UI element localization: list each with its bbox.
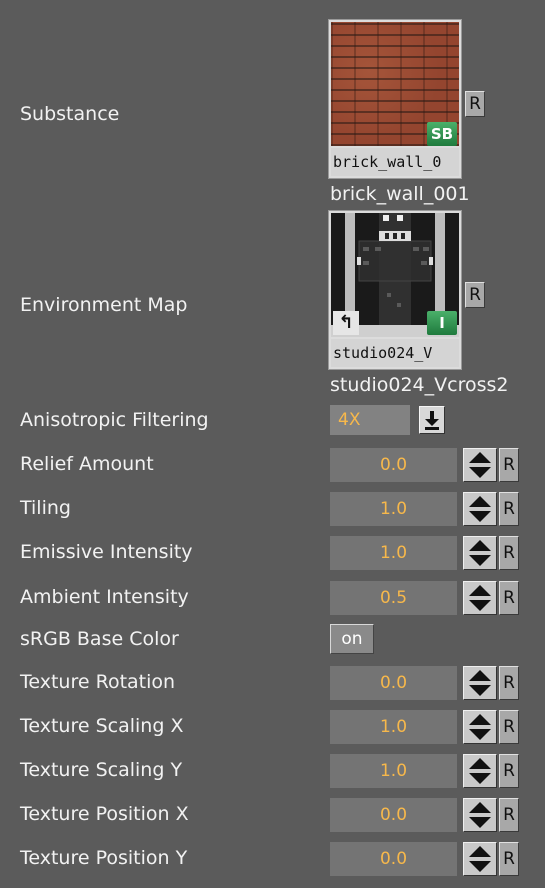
relief-amount-label: Relief Amount (20, 453, 154, 475)
ambient-intensity-reset-button[interactable]: R (499, 581, 519, 615)
texture-position-x-spinner[interactable] (463, 798, 497, 832)
texture-scaling-y-label: Texture Scaling Y (20, 759, 183, 781)
texture-position-x-field[interactable]: 0.0 (330, 798, 457, 832)
srgb-base-color-toggle[interactable]: on (330, 624, 374, 654)
emissive-intensity-reset-button[interactable]: R (499, 536, 519, 570)
anisotropic-filtering-value[interactable]: 4X (330, 405, 410, 435)
ambient-intensity-label: Ambient Intensity (20, 586, 189, 608)
download-arrow-icon (425, 411, 439, 430)
texture-position-y-field[interactable]: 0.0 (330, 842, 457, 876)
texture-scaling-x-field[interactable]: 1.0 (330, 710, 457, 744)
ambient-intensity-field[interactable]: 0.5 (330, 581, 457, 615)
substance-thumb-caption: brick_wall_0 (331, 148, 459, 176)
up-down-arrows-icon (469, 670, 491, 696)
texture-scaling-x-label: Texture Scaling X (20, 715, 184, 737)
texture-position-y-spinner[interactable] (463, 842, 497, 876)
emissive-intensity-spinner[interactable] (463, 536, 497, 570)
substance-thumbnail[interactable]: SB brick_wall_0 (328, 19, 462, 179)
texture-rotation-reset-button[interactable]: R (499, 666, 519, 700)
substance-name: brick_wall_001 (330, 183, 470, 205)
substance-badge-icon: SB (427, 122, 457, 146)
texture-position-x-label: Texture Position X (20, 803, 189, 825)
environment-map-label: Environment Map (20, 294, 188, 316)
up-down-arrows-icon (469, 496, 491, 522)
environment-map-reset-button[interactable]: R (465, 282, 485, 308)
brick-texture-preview: SB (331, 22, 459, 146)
tiling-reset-button[interactable]: R (499, 492, 519, 526)
relief-amount-reset-button[interactable]: R (499, 448, 519, 482)
substance-label: Substance (20, 103, 120, 125)
environment-map-preview: ↰ I (331, 213, 459, 337)
texture-scaling-y-reset-button[interactable]: R (499, 754, 519, 788)
tiling-spinner[interactable] (463, 492, 497, 526)
srgb-base-color-label: sRGB Base Color (20, 628, 179, 650)
texture-scaling-x-reset-button[interactable]: R (499, 710, 519, 744)
environment-map-thumbnail[interactable]: ↰ I studio024_V (328, 210, 462, 370)
anisotropic-filtering-label: Anisotropic Filtering (20, 409, 209, 431)
up-down-arrows-icon (469, 585, 491, 611)
environment-map-thumb-caption: studio024_V (331, 339, 459, 367)
texture-scaling-y-field[interactable]: 1.0 (330, 754, 457, 788)
up-down-arrows-icon (469, 540, 491, 566)
emissive-intensity-label: Emissive Intensity (20, 541, 193, 563)
texture-scaling-x-spinner[interactable] (463, 710, 497, 744)
tiling-label: Tiling (20, 497, 71, 519)
relief-amount-spinner[interactable] (463, 448, 497, 482)
texture-position-x-reset-button[interactable]: R (499, 798, 519, 832)
anisotropic-dropdown-button[interactable] (419, 406, 445, 434)
up-down-arrows-icon (469, 452, 491, 478)
texture-rotation-label: Texture Rotation (20, 671, 176, 693)
material-properties-panel: Substance SB brick_wall_0 R brick_wall_0… (0, 0, 545, 888)
link-arrow-icon: ↰ (333, 311, 359, 335)
texture-rotation-spinner[interactable] (463, 666, 497, 700)
up-down-arrows-icon (469, 714, 491, 740)
texture-scaling-y-spinner[interactable] (463, 754, 497, 788)
ambient-intensity-spinner[interactable] (463, 581, 497, 615)
image-badge-icon: I (427, 311, 457, 335)
up-down-arrows-icon (469, 758, 491, 784)
relief-amount-field[interactable]: 0.0 (330, 448, 457, 482)
texture-position-y-reset-button[interactable]: R (499, 842, 519, 876)
texture-position-y-label: Texture Position Y (20, 847, 188, 869)
tiling-field[interactable]: 1.0 (330, 492, 457, 526)
texture-rotation-field[interactable]: 0.0 (330, 666, 457, 700)
substance-reset-button[interactable]: R (465, 91, 485, 117)
emissive-intensity-field[interactable]: 1.0 (330, 536, 457, 570)
environment-map-name: studio024_Vcross2 (330, 374, 509, 396)
up-down-arrows-icon (469, 802, 491, 828)
up-down-arrows-icon (469, 846, 491, 872)
